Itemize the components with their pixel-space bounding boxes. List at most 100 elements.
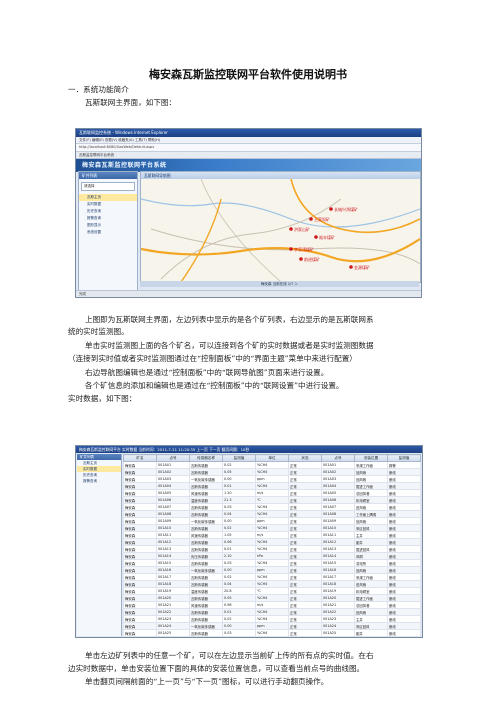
main-interface-screenshot: 瓦斯联网监控系统 - Windows Internet Explorer 文件(… (75, 128, 422, 298)
table-row[interactable]: 梅安森 001A22 瓦斯传感器 0.01 %CH4 正常 001A22 回风巷 断线 (123, 608, 421, 616)
table-cell: 瓦斯传感器 (189, 594, 223, 602)
place-marker[interactable]: 长城兴鸿煤矿 (329, 206, 358, 212)
table-cell[interactable]: 风硐 (354, 552, 388, 560)
nav-item[interactable]: 系统设置 (79, 229, 137, 236)
table-row[interactable]: 梅安森 001A15 瓦斯传感器 0.03 %CH4 正常 001A15 变电所 断线 (123, 559, 421, 567)
table-cell: 1.05 (222, 531, 256, 539)
table-row[interactable]: 梅安森 001A04 瓦斯传感器 0.01 %CH4 正常 001A04 掘进工作面 断线 (123, 482, 421, 490)
nav-item[interactable]: 报警查询 (77, 478, 121, 484)
table-cell: %CH4 (255, 482, 289, 490)
browser-address-bar[interactable]: http://localhost:8080/GasWeb/Default.asp… (76, 144, 421, 152)
table-cell[interactable]: 工作面上隅角 (354, 510, 388, 518)
nav-item[interactable]: 瓦斯主页 (79, 194, 137, 201)
table-row[interactable]: 梅安森 001A24 一氧化碳传感器 0.00 ppm 正常 001A24 采区回风 断线 (123, 622, 421, 630)
nav-item[interactable]: 实时数据 (79, 201, 137, 208)
table-cell: %CH4 (255, 559, 289, 567)
table-cell[interactable]: 副井 (354, 629, 388, 637)
table-cell: 0.98 (222, 601, 256, 609)
place-marker[interactable]: 金源煤矿 (349, 264, 370, 270)
table-row[interactable]: 梅安森 001A12 瓦斯传感器 0.06 %CH4 正常 001A12 副井 断线 (123, 538, 421, 546)
table-cell[interactable]: 机电硐室 (354, 587, 388, 595)
table-row[interactable]: 梅安森 001A16 一氧化碳传感器 0.00 ppm 正常 001A16 回风巷 断线 (123, 566, 421, 574)
table-cell[interactable]: 回风巷 (354, 517, 388, 525)
table-cell[interactable]: 回风巷 (354, 608, 388, 616)
nav-item[interactable]: 报警查询 (79, 215, 137, 222)
table-row[interactable]: 梅安森 001A20 瓦斯传感器 0.05 %CH4 正常 001A20 掘进工作面 断线 (123, 594, 421, 602)
table-row[interactable]: 梅安森 001A06 温度传感器 21.3 ℃ 正常 001A06 机电硐室 断线 (123, 496, 421, 504)
table-cell[interactable]: 采区回风 (354, 622, 388, 630)
table-cell[interactable]: 总回风巷 (354, 489, 388, 497)
browser-tab[interactable]: 瓦斯监控联网平台系统 (76, 152, 421, 159)
table-row[interactable]: 梅安森 001A14 负压传感器 2.10 kPa 正常 001A14 风硐 断线 (123, 552, 421, 560)
map-status-bar: 梅安森 当前在线 2/7 ＞ (140, 281, 419, 287)
table-row[interactable]: 梅安森 001A23 瓦斯传感器 0.02 %CH4 正常 001A23 主井 断线 (123, 615, 421, 623)
table-row[interactable]: 梅安森 001A05 风速传感器 1.20 m/s 正常 001A05 总回风巷 断线 (123, 489, 421, 497)
table-cell: %CH4 (255, 510, 289, 518)
mine-select[interactable]: 请选择 (81, 182, 135, 191)
table-cell: 梅安森 (123, 517, 157, 525)
place-marker[interactable]: 前进煤矿 (299, 256, 320, 262)
table-cell: 0.06 (222, 538, 256, 546)
table-row[interactable]: 梅安森 001A13 瓦斯传感器 0.01 %CH4 正常 001A13 掘进回风 断线 (123, 545, 421, 553)
table-row[interactable]: 梅安森 001A19 温度传感器 20.8 ℃ 正常 001A19 机电硐室 断线 (123, 587, 421, 595)
table-cell[interactable]: 回风巷 (354, 475, 388, 483)
nav-item[interactable]: 历史查询 (79, 208, 137, 215)
table-row[interactable]: 梅安森 001A10 瓦斯传感器 0.02 %CH4 正常 001A10 采区回风 断线 (123, 524, 421, 532)
table-cell: 正常 (288, 489, 322, 497)
table-cell: 报警 (387, 461, 421, 469)
place-marker[interactable]: 裕丰煤矿 (314, 234, 335, 240)
table-cell: 断线 (387, 622, 421, 630)
table-cell: 0.02 (222, 615, 256, 623)
table-row[interactable]: 梅安森 001A01 瓦斯传感器 0.02 %CH4 正常 001A01 采煤工作面 报警 (123, 461, 421, 469)
table-cell: 断线 (387, 496, 421, 504)
paragraph: 上图即为瓦斯联网主界面，左边列表中显示的是各个矿列表，右边显示的是瓦斯联网系 (85, 315, 374, 324)
table-cell[interactable]: 掘进工作面 (354, 482, 388, 490)
table-row[interactable]: 梅安森 001A18 瓦斯传感器 0.04 %CH4 正常 001A18 进风巷 断线 (123, 580, 421, 588)
table-row[interactable]: 梅安森 001A09 一氧化碳传感器 0.00 ppm 正常 001A09 回风巷 断线 (123, 517, 421, 525)
table-cell[interactable]: 采煤工作面 (354, 573, 388, 581)
table-cell: 001A11 (156, 531, 190, 539)
table-cell[interactable]: 主井 (354, 531, 388, 539)
table-cell: 温度传感器 (189, 496, 223, 504)
column-header: 单位 (255, 454, 289, 462)
table-cell[interactable]: 主井 (354, 615, 388, 623)
place-label: 前进煤矿 (304, 256, 320, 262)
table-cell: 瓦斯传感器 (189, 510, 223, 518)
table-cell[interactable]: 回风巷 (354, 566, 388, 574)
table-cell[interactable]: 机电硐室 (354, 496, 388, 504)
table-cell: 断线 (387, 587, 421, 595)
table-cell[interactable]: 进风巷 (354, 503, 388, 511)
network-map[interactable]: 瓦斯联网导航图 长城兴鸿煤矿 王家坝矿 洪家山矿 裕丰煤矿 李家湾煤矿 前进煤矿… (140, 171, 421, 283)
table-row[interactable]: 梅安森 001A02 瓦斯传感器 0.05 %CH4 正常 001A02 回风巷 断线 (123, 468, 421, 476)
table-row[interactable]: 梅安森 001A03 一氧化碳传感器 0.00 ppm 正常 001A03 回风巷 断线 (123, 475, 421, 483)
table-cell[interactable]: 回风巷 (354, 468, 388, 476)
table-row[interactable]: 梅安森 001A07 瓦斯传感器 0.03 %CH4 正常 001A07 进风巷 断线 (123, 503, 421, 511)
map-canvas[interactable]: 长城兴鸿煤矿 王家坝矿 洪家山矿 裕丰煤矿 李家湾煤矿 前进煤矿 金源煤矿 (140, 178, 421, 283)
table-cell[interactable]: 掘进工作面 (354, 594, 388, 602)
table-row[interactable]: 梅安森 001A25 瓦斯传感器 0.03 %CH4 正常 001A25 副井 断线 (123, 629, 421, 637)
place-marker[interactable]: 洪家山矿 (289, 226, 310, 232)
table-cell[interactable]: 风硐 (354, 636, 388, 637)
table-row[interactable]: 梅安森 001A21 风速传感器 0.98 m/s 正常 001A21 总回风巷 断线 (123, 601, 421, 609)
table-cell[interactable]: 副井 (354, 538, 388, 546)
table-cell: 瓦斯传感器 (189, 573, 223, 581)
table-cell: 梅安森 (123, 531, 157, 539)
table-row[interactable]: 梅安森 001A08 瓦斯传感器 0.04 %CH4 正常 001A08 工作面上隅角 断线 (123, 510, 421, 518)
table-cell[interactable]: 采煤工作面 (354, 461, 388, 469)
table-cell: 瓦斯传感器 (189, 524, 223, 532)
browser-menubar[interactable]: 文件(F) 编辑(E) 查看(V) 收藏夹(A) 工具(T) 帮助(H) (76, 137, 421, 144)
table-cell[interactable]: 掘进回风 (354, 545, 388, 553)
table-cell: 001A13 (156, 545, 190, 553)
table-row[interactable]: 梅安森001A26瓦斯传感器0.02%CH4正常001A26风硐断线 (123, 636, 421, 637)
table-cell[interactable]: 进风巷 (354, 580, 388, 588)
table-cell: 001A05 (156, 489, 190, 497)
table-cell[interactable]: 总回风巷 (354, 601, 388, 609)
table-cell[interactable]: 采区回风 (354, 524, 388, 532)
table-cell: 断线 (387, 636, 421, 637)
road-line (200, 178, 282, 283)
nav-item[interactable]: 图形显示 (79, 222, 137, 229)
table-cell: 正常 (288, 566, 322, 574)
table-row[interactable]: 梅安森 001A11 风速传感器 1.05 m/s 正常 001A11 主井 断线 (123, 531, 421, 539)
table-cell[interactable]: 变电所 (354, 559, 388, 567)
table-row[interactable]: 梅安森 001A17 瓦斯传感器 0.02 %CH4 正常 001A17 采煤工作面 断线 (123, 573, 421, 581)
